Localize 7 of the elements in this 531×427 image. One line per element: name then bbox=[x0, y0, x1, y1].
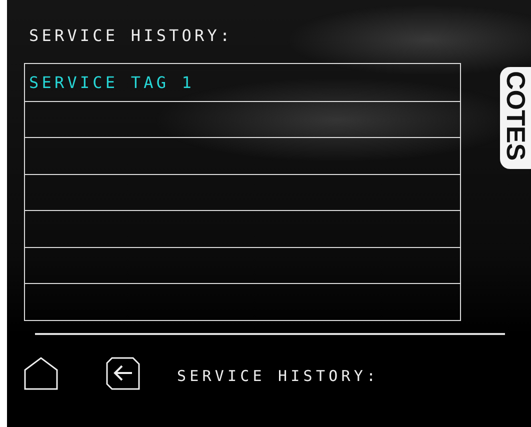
service-tag: SERVICE TAG 1 bbox=[29, 72, 195, 92]
screen-title: SERVICE HISTORY: bbox=[29, 26, 234, 46]
brand-logo: COTES bbox=[500, 67, 531, 169]
table-row[interactable]: SERVICE TAG 1 bbox=[25, 64, 460, 100]
home-icon[interactable] bbox=[24, 356, 58, 390]
footer-title: SERVICE HISTORY: bbox=[177, 367, 380, 385]
back-icon[interactable] bbox=[106, 356, 140, 390]
